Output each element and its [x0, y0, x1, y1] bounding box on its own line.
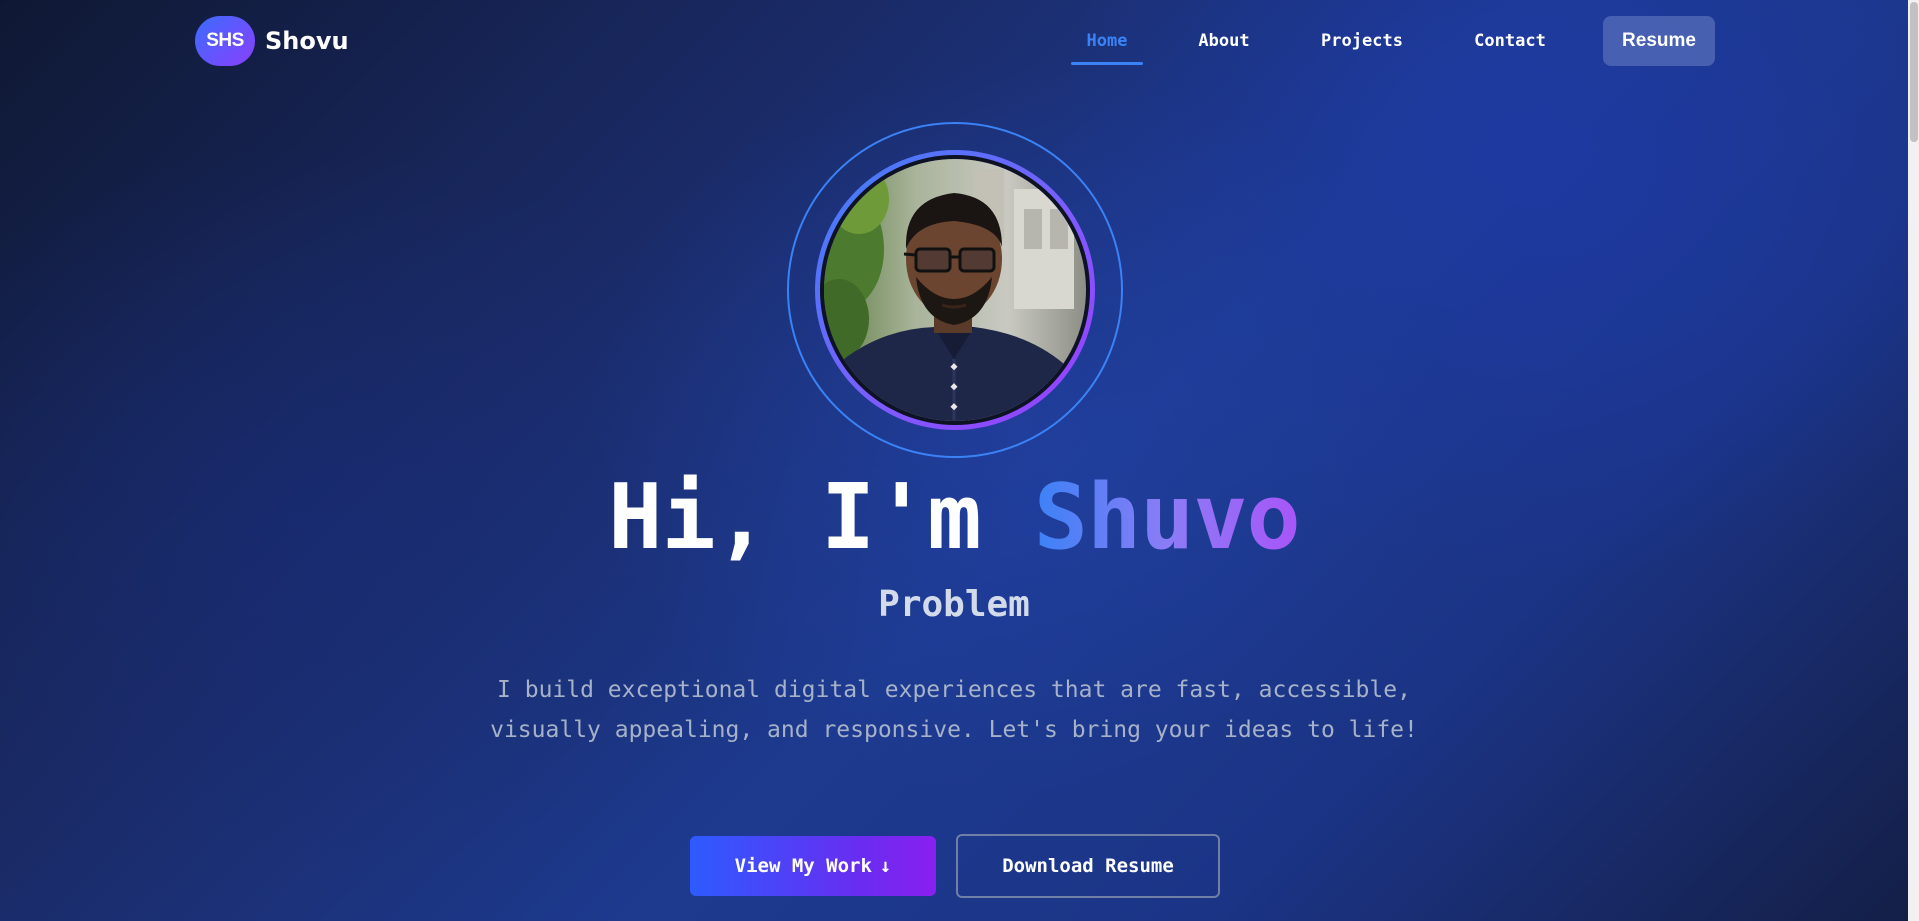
download-resume-button[interactable]: Download Resume [956, 834, 1220, 898]
logo-badge[interactable]: SHS [195, 16, 255, 66]
nav-link-home[interactable]: Home [1071, 18, 1143, 65]
nav-resume-button[interactable]: Resume [1603, 16, 1715, 66]
avatar-photo [824, 159, 1086, 421]
logo-name[interactable]: Shovu [265, 24, 349, 58]
nav-link-about[interactable]: About [1186, 18, 1262, 64]
hero-section: SHS Shovu Home About Projects Contact Re… [0, 0, 1908, 921]
view-my-work-label: View My Work [734, 855, 872, 877]
hero-tagline: I build exceptional digital experiences … [490, 677, 1418, 743]
nav-link-projects[interactable]: Projects [1310, 18, 1414, 64]
hero-role: Problem [878, 584, 1030, 625]
nav-link-contact[interactable]: Contact [1465, 18, 1555, 64]
profile-photo-icon [824, 159, 1086, 421]
hero-headline: Hi, I'm Shuvo [0, 466, 1908, 570]
arrow-down-icon: ↓ [879, 855, 892, 877]
browser-viewport: SHS Shovu Home About Projects Contact Re… [0, 0, 1919, 921]
greeting-text: Hi, I'm [608, 465, 1034, 570]
scrollbar-thumb[interactable] [1910, 2, 1918, 142]
hero-name: Shuvo [1033, 465, 1301, 570]
view-my-work-button[interactable]: View My Work ↓ [690, 836, 936, 896]
